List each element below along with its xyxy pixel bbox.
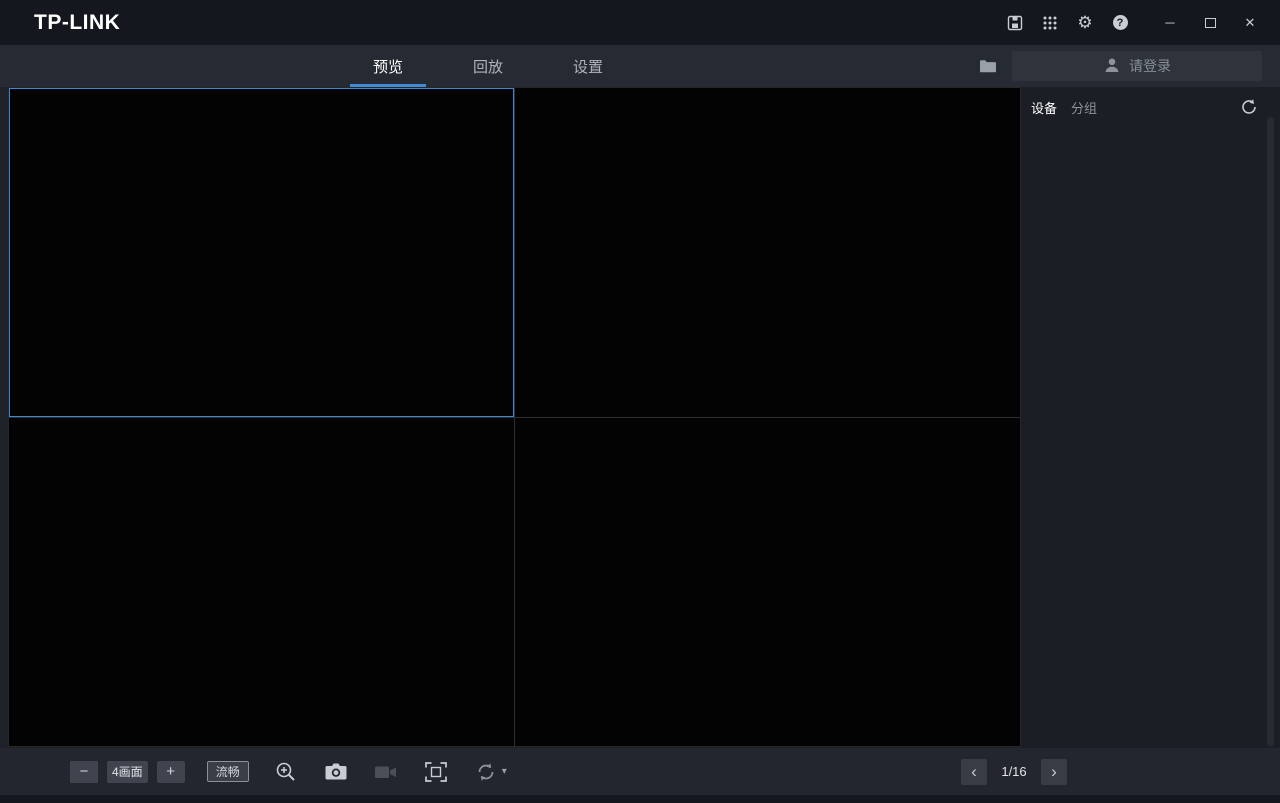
page-indicator: 1/16 (997, 764, 1031, 779)
fullscreen-icon[interactable] (423, 759, 449, 785)
settings-gear-icon[interactable]: ⚙ (1075, 13, 1095, 33)
pager-group: ‹ 1/16 › (961, 759, 1067, 785)
tab-playback[interactable]: 回放 (450, 45, 526, 87)
app-logo: TP-LINK (34, 11, 120, 35)
digital-zoom-icon[interactable] (273, 759, 299, 785)
snapshot-camera-icon[interactable] (323, 759, 349, 785)
carousel-rotate-control[interactable]: ▾ (473, 759, 507, 785)
titlebar[interactable]: TP-LINK ⚙ (0, 0, 1280, 45)
tab-playback-label: 回放 (473, 56, 503, 77)
stream-quality-button[interactable]: 流畅 (207, 761, 249, 782)
tab-settings-label: 设置 (573, 56, 603, 77)
disk-icon[interactable] (1005, 13, 1025, 33)
navbar-right: 请登录 (979, 45, 1262, 87)
sidebar-scrollbar[interactable] (1267, 117, 1274, 746)
layout-increase-button[interactable]: + (157, 761, 185, 783)
screen-layout-label: 4画面 (107, 761, 148, 783)
chevron-down-icon: ▾ (502, 766, 507, 777)
sidebar-tab-groups[interactable]: 分组 (1071, 98, 1097, 117)
navbar: 预览 回放 设置 请登录 (0, 45, 1280, 87)
video-pane-4[interactable] (515, 418, 1020, 747)
tab-settings[interactable]: 设置 (550, 45, 626, 87)
window-bottom-edge (0, 795, 1280, 803)
maximize-icon (1205, 18, 1216, 28)
user-icon (1103, 56, 1121, 77)
video-grid (8, 87, 1021, 747)
prev-page-button[interactable]: ‹ (961, 759, 987, 785)
layout-decrease-button[interactable]: − (70, 761, 98, 783)
video-pane-2[interactable] (515, 88, 1020, 417)
help-icon[interactable]: ? (1110, 13, 1130, 33)
close-button[interactable]: ✕ (1242, 15, 1258, 31)
bottom-toolbar: − 4画面 + 流畅 (0, 748, 1280, 795)
sidebar-header: 设备 分组 (1021, 87, 1280, 127)
maximize-button[interactable] (1202, 15, 1218, 31)
window-controls: ─ ✕ (1162, 15, 1258, 31)
main-tabs: 预览 回放 设置 (350, 45, 650, 87)
video-pane-3[interactable] (9, 418, 514, 747)
login-button[interactable]: 请登录 (1012, 51, 1262, 81)
apps-grid-icon[interactable] (1040, 13, 1060, 33)
video-pane-1[interactable] (9, 88, 514, 417)
login-label: 请登录 (1129, 56, 1171, 76)
folder-icon[interactable] (979, 59, 997, 74)
device-sidebar: 设备 分组 (1021, 87, 1280, 748)
tab-preview[interactable]: 预览 (350, 45, 426, 87)
app-window: TP-LINK ⚙ (0, 0, 1280, 803)
titlebar-app-icons: ⚙ ? (1005, 13, 1130, 33)
help-glyph: ? (1113, 15, 1128, 30)
next-page-button[interactable]: › (1041, 759, 1067, 785)
device-list (1021, 127, 1266, 748)
carousel-rotate-icon (473, 759, 499, 785)
minimize-button[interactable]: ─ (1162, 15, 1178, 31)
titlebar-actions: ⚙ ? ─ ✕ (1005, 13, 1280, 33)
main-area: 设备 分组 (0, 87, 1280, 748)
record-video-icon[interactable] (373, 759, 399, 785)
sidebar-tab-devices[interactable]: 设备 (1031, 98, 1057, 117)
tab-preview-label: 预览 (373, 56, 403, 77)
refresh-icon[interactable] (1240, 98, 1258, 116)
toolbar-left-group: − 4画面 + 流畅 (70, 759, 507, 785)
